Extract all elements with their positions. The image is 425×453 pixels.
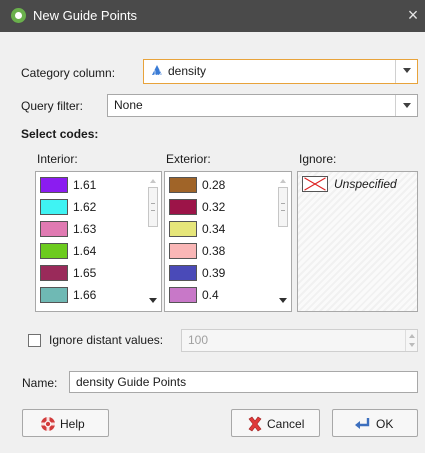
list-item[interactable]: 1.64 bbox=[40, 241, 140, 263]
query-filter-select[interactable]: None bbox=[107, 94, 418, 117]
color-swatch bbox=[40, 199, 68, 215]
list-item[interactable]: 1.66 bbox=[40, 285, 140, 307]
scroll-down-icon[interactable] bbox=[149, 298, 157, 303]
item-label: 1.63 bbox=[73, 222, 97, 236]
help-label: Help bbox=[60, 417, 85, 431]
name-field[interactable]: density Guide Points bbox=[69, 371, 418, 393]
exterior-scrollbar[interactable] bbox=[276, 173, 290, 310]
exterior-label: Exterior: bbox=[166, 152, 211, 166]
list-item[interactable]: 0.39 bbox=[169, 263, 269, 285]
ok-label: OK bbox=[376, 417, 394, 431]
cancel-x-icon bbox=[248, 416, 262, 432]
chevron-down-icon[interactable] bbox=[395, 95, 417, 116]
list-item[interactable]: 0.4 bbox=[169, 285, 269, 307]
item-label: 0.4 bbox=[202, 288, 219, 302]
scroll-thumb[interactable] bbox=[148, 187, 158, 227]
ok-button[interactable]: OK bbox=[332, 409, 418, 437]
list-item[interactable]: 1.62 bbox=[40, 197, 140, 219]
color-swatch bbox=[40, 243, 68, 259]
color-swatch bbox=[40, 265, 68, 281]
exterior-list[interactable]: 0.28 0.32 0.34 0.38 0.39 0.4 bbox=[164, 171, 292, 312]
item-label: Unspecified bbox=[334, 177, 397, 191]
window-title: New Guide Points bbox=[33, 8, 138, 23]
query-filter-value: None bbox=[114, 98, 143, 112]
interior-label: Interior: bbox=[37, 152, 78, 166]
chevron-down-icon[interactable] bbox=[395, 60, 417, 83]
close-icon[interactable]: × bbox=[403, 4, 423, 26]
ignore-list[interactable]: Unspecified bbox=[297, 171, 418, 312]
distant-value: 100 bbox=[188, 333, 209, 347]
name-label: Name: bbox=[22, 376, 58, 390]
list-item[interactable]: 0.34 bbox=[169, 219, 269, 241]
item-label: 0.28 bbox=[202, 178, 226, 192]
cancel-button[interactable]: Cancel bbox=[231, 409, 320, 437]
interior-list[interactable]: 1.61 1.62 1.63 1.64 1.65 1.66 bbox=[35, 171, 162, 312]
scroll-up-icon[interactable] bbox=[150, 179, 156, 183]
ok-enter-arrow-icon bbox=[355, 418, 370, 429]
item-label: 1.61 bbox=[73, 178, 97, 192]
color-swatch bbox=[169, 287, 197, 303]
interior-scrollbar[interactable] bbox=[146, 173, 160, 310]
category-column-value: density bbox=[168, 64, 207, 78]
spinner-arrows-icon[interactable] bbox=[405, 330, 417, 351]
color-swatch bbox=[40, 221, 68, 237]
svg-text:1.2: 1.2 bbox=[153, 70, 163, 77]
scroll-down-icon[interactable] bbox=[279, 298, 287, 303]
scroll-up-icon[interactable] bbox=[280, 179, 286, 183]
category-column-select[interactable]: 1.2 density bbox=[143, 59, 418, 84]
color-swatch bbox=[169, 265, 197, 281]
list-item[interactable]: 1.65 bbox=[40, 263, 140, 285]
query-filter-label: Query filter: bbox=[21, 99, 84, 113]
ignore-label: Ignore: bbox=[299, 152, 337, 166]
list-item[interactable]: Unspecified bbox=[298, 172, 416, 194]
list-item[interactable]: 1.61 bbox=[40, 175, 140, 197]
numeric-column-icon: 1.2 bbox=[152, 65, 163, 77]
item-label: 0.39 bbox=[202, 266, 226, 280]
distant-value-spinbox[interactable]: 100 bbox=[181, 329, 418, 352]
title-bar: New Guide Points × bbox=[0, 0, 425, 32]
scroll-thumb[interactable] bbox=[278, 187, 288, 227]
item-label: 1.66 bbox=[73, 288, 97, 302]
select-codes-heading: Select codes: bbox=[21, 127, 99, 141]
item-label: 0.34 bbox=[202, 222, 226, 236]
unspecified-x-icon bbox=[302, 176, 328, 192]
list-item[interactable]: 0.32 bbox=[169, 197, 269, 219]
item-label: 0.38 bbox=[202, 244, 226, 258]
color-swatch bbox=[169, 243, 197, 259]
color-swatch bbox=[169, 221, 197, 237]
item-label: 1.62 bbox=[73, 200, 97, 214]
item-label: 1.65 bbox=[73, 266, 97, 280]
color-swatch bbox=[40, 177, 68, 193]
help-button[interactable]: Help bbox=[22, 409, 109, 437]
ignore-distant-checkbox[interactable] bbox=[28, 334, 41, 347]
color-swatch bbox=[169, 177, 197, 193]
category-column-label: Category column: bbox=[21, 66, 116, 80]
list-item[interactable]: 1.63 bbox=[40, 219, 140, 241]
color-swatch bbox=[169, 199, 197, 215]
color-swatch bbox=[40, 287, 68, 303]
list-item[interactable]: 0.28 bbox=[169, 175, 269, 197]
cancel-label: Cancel bbox=[267, 417, 305, 431]
item-label: 1.64 bbox=[73, 244, 97, 258]
help-lifebuoy-icon bbox=[40, 416, 56, 432]
ignore-distant-label: Ignore distant values: bbox=[49, 333, 164, 347]
name-value: density Guide Points bbox=[76, 375, 187, 389]
item-label: 0.32 bbox=[202, 200, 226, 214]
app-icon bbox=[11, 8, 26, 23]
list-item[interactable]: 0.38 bbox=[169, 241, 269, 263]
